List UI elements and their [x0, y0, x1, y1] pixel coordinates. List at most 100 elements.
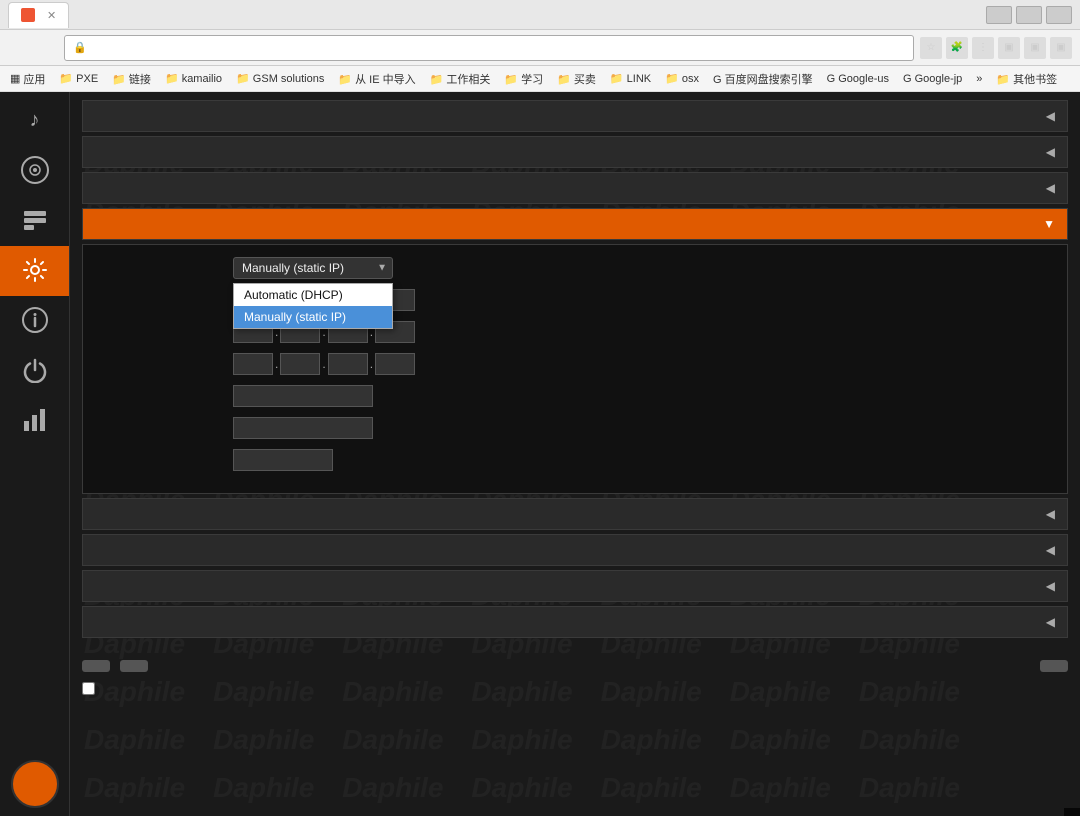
power-icon	[19, 354, 51, 386]
router-row: . . .	[95, 353, 1055, 375]
bookmark-study[interactable]: 📁 学习	[498, 69, 549, 89]
section-cd-ripping[interactable]: ◀	[82, 172, 1068, 204]
sidebar-item-shutdown[interactable]	[0, 346, 69, 396]
manager-icon	[19, 204, 51, 236]
section-general-arrow: ◀	[1046, 109, 1055, 123]
section-cd-arrow: ◀	[1046, 181, 1055, 195]
bookmark-other[interactable]: 📁 其他书签	[990, 69, 1063, 89]
sidebar-item-player[interactable]: ♪	[0, 96, 69, 146]
browser-toolbar: 🔒 ☆ 🧩 ⋮ ▣ ▣ ▣	[0, 30, 1080, 66]
content-area: // Generate watermark inline const wm = …	[70, 92, 1080, 816]
sidebar: ♪	[0, 92, 70, 816]
extra2-icon[interactable]: ▣	[1024, 37, 1046, 59]
home-button[interactable]	[50, 46, 58, 50]
back-button[interactable]	[8, 46, 16, 50]
section-audio-devices[interactable]: ◀	[82, 136, 1068, 168]
minimize-button[interactable]: –	[986, 6, 1012, 24]
bookmark-buy[interactable]: 📁 买卖	[551, 69, 602, 89]
daphile-logo	[11, 760, 59, 808]
dropdown-menu[interactable]: Automatic (DHCP) Manually (static IP)	[233, 283, 393, 329]
bookmark-apps[interactable]: ▦ 应用	[4, 69, 51, 89]
networking-content: Automatic (DHCP) Manually (static IP) ▼ …	[82, 244, 1068, 494]
close-button[interactable]: ✕	[1046, 6, 1072, 24]
mtu-input[interactable]	[233, 449, 333, 471]
sidebar-item-info[interactable]	[0, 296, 69, 346]
section-storage[interactable]: ◀	[82, 534, 1068, 566]
bookmark-work[interactable]: 📁 工作相关	[424, 69, 497, 89]
router-octet-2[interactable]	[280, 353, 320, 375]
dropdown-item-static[interactable]: Manually (static IP)	[234, 306, 392, 328]
bookmark-link2[interactable]: 📁 LINK	[604, 70, 657, 87]
bookmark-google-us[interactable]: G Google-us	[821, 71, 895, 87]
configure-ip-row: Automatic (DHCP) Manually (static IP) ▼ …	[95, 257, 1055, 279]
bookmark-pxe[interactable]: 📁 PXE	[53, 70, 104, 87]
bookmarks-bar: ▦ 应用 📁 PXE 📁 链接 📁 kamailio 📁 GSM solutio…	[0, 66, 1080, 92]
window-controls: – □ ✕	[976, 6, 1072, 24]
section-backup[interactable]: ◀	[82, 570, 1068, 602]
dns-row	[95, 385, 1055, 407]
bookmark-kamailio[interactable]: 📁 kamailio	[159, 70, 228, 87]
extra3-icon[interactable]: ▣	[1050, 37, 1072, 59]
browser-tab[interactable]: ✕	[8, 2, 69, 28]
wallpaper-toggle-button[interactable]	[1040, 660, 1068, 672]
sidebar-item-manager[interactable]	[0, 196, 69, 246]
toolbar-icons: ☆ 🧩 ⋮ ▣ ▣ ▣	[920, 37, 1072, 59]
extensions-icon[interactable]: 🧩	[946, 37, 968, 59]
info-icon	[19, 304, 51, 336]
menu-icon[interactable]: ⋮	[972, 37, 994, 59]
bottom-watermark	[1064, 808, 1080, 816]
section-backup-arrow: ◀	[1046, 579, 1055, 593]
section-power-arrow: ◀	[1046, 507, 1055, 521]
sidebar-item-percent[interactable]	[0, 396, 69, 446]
settings-icon	[19, 254, 51, 286]
section-networking[interactable]: ▼	[82, 208, 1068, 240]
configure-ip-control: Automatic (DHCP) Manually (static IP) ▼ …	[233, 257, 393, 279]
bookmark-baidu[interactable]: G 百度网盘搜索引擎	[707, 69, 819, 89]
mtu-row	[95, 449, 1055, 471]
cd-icon	[19, 154, 51, 186]
section-firmware-arrow: ◀	[1046, 615, 1055, 629]
search-domains-input[interactable]	[233, 417, 373, 439]
restore-button[interactable]: □	[1016, 6, 1042, 24]
bookmark-google-jp[interactable]: G Google-jp	[897, 71, 968, 87]
bookmark-more[interactable]: »	[970, 71, 988, 87]
content-inner: ◀ ◀ ◀ ▼	[70, 92, 1080, 650]
chart-icon	[19, 404, 51, 436]
dns-input[interactable]	[233, 385, 373, 407]
search-domains-row	[95, 417, 1055, 439]
section-audio-arrow: ◀	[1046, 145, 1055, 159]
configure-ip-select-wrapper: Automatic (DHCP) Manually (static IP) ▼	[233, 257, 393, 279]
advanced-media-button[interactable]	[120, 660, 148, 672]
bookmark-gsm[interactable]: 📁 GSM solutions	[230, 70, 330, 87]
sidebar-item-settings[interactable]	[0, 246, 69, 296]
app-container: ♪	[0, 92, 1080, 816]
section-storage-arrow: ◀	[1046, 543, 1055, 557]
bookmark-ie[interactable]: 📁 从 IE 中导入	[332, 69, 421, 89]
router-ip-fields: . . .	[233, 353, 415, 375]
save-restart-button[interactable]	[82, 660, 110, 672]
router-octet-3[interactable]	[328, 353, 368, 375]
section-networking-arrow: ▼	[1043, 217, 1055, 231]
bottom-bar	[70, 650, 1080, 682]
tab-favicon	[21, 8, 35, 22]
address-bar[interactable]: 🔒	[64, 35, 914, 61]
bookmark-osx[interactable]: 📁 osx	[659, 70, 705, 87]
refresh-button[interactable]	[36, 46, 44, 50]
browser-titlebar: ✕ – □ ✕	[0, 0, 1080, 30]
configure-ip-select[interactable]: Automatic (DHCP) Manually (static IP)	[233, 257, 393, 279]
router-octet-1[interactable]	[233, 353, 273, 375]
dropdown-item-dhcp[interactable]: Automatic (DHCP)	[234, 284, 392, 306]
extra1-icon[interactable]: ▣	[998, 37, 1020, 59]
reset-row	[70, 682, 1080, 705]
sidebar-bottom	[3, 752, 67, 816]
star-icon[interactable]: ☆	[920, 37, 942, 59]
section-general[interactable]: ◀	[82, 100, 1068, 132]
router-octet-4[interactable]	[375, 353, 415, 375]
section-system-firmware[interactable]: ◀	[82, 606, 1068, 638]
sidebar-item-cd-ripper[interactable]	[0, 146, 69, 196]
tab-close-button[interactable]: ✕	[47, 9, 56, 22]
reset-checkbox[interactable]	[82, 682, 95, 695]
bookmark-link[interactable]: 📁 链接	[106, 69, 157, 89]
forward-button[interactable]	[22, 46, 30, 50]
section-power[interactable]: ◀	[82, 498, 1068, 530]
